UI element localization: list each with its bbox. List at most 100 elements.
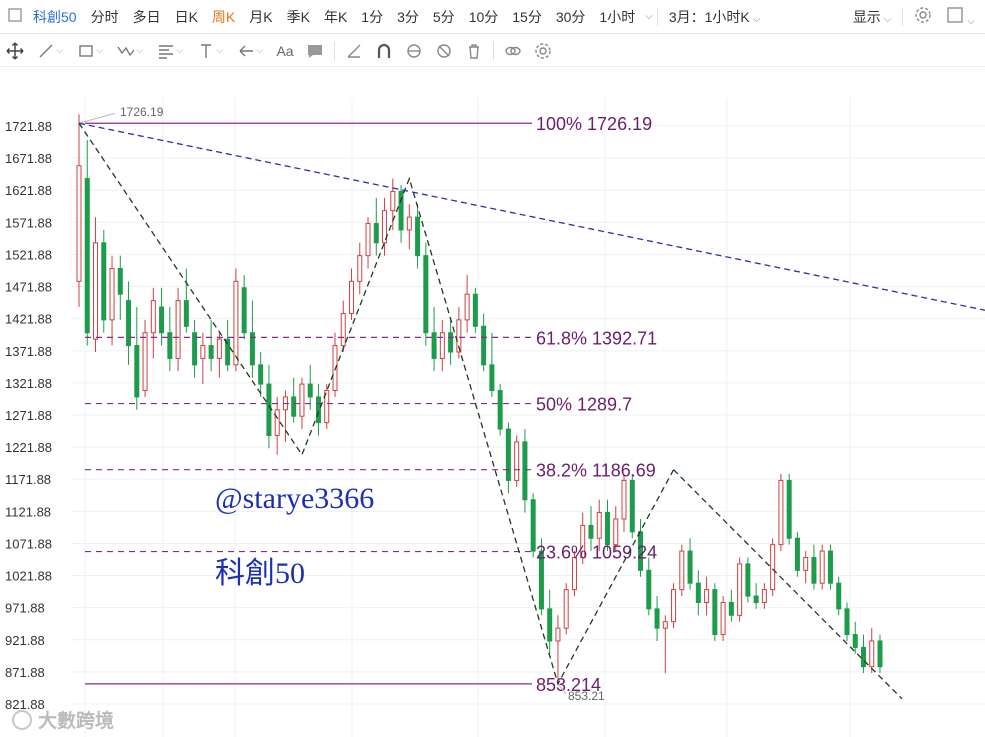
y-tick-label: 1671.88 xyxy=(5,151,52,166)
period-tab[interactable]: 日K xyxy=(168,7,205,27)
period-tab[interactable]: 多日 xyxy=(126,7,168,27)
candle-body xyxy=(448,332,454,353)
candle-body xyxy=(373,223,379,244)
candle-body xyxy=(357,255,363,282)
arrow-icon[interactable]: ⌵ xyxy=(230,38,270,64)
symbol-name[interactable]: 科創50 xyxy=(26,7,84,27)
candle-body xyxy=(390,190,396,212)
candle-body xyxy=(307,383,313,398)
ruler-icon[interactable] xyxy=(339,38,369,64)
link-icon[interactable] xyxy=(498,38,528,64)
period-tab[interactable]: 30分 xyxy=(549,7,593,27)
period-tab[interactable]: 分时 xyxy=(84,7,126,27)
hide-icon[interactable] xyxy=(429,38,459,64)
candle-body xyxy=(464,293,470,321)
combo-period-select[interactable]: 3月：1小时K ⌵ xyxy=(662,7,768,27)
y-tick-label: 1021.88 xyxy=(5,569,52,584)
move-icon[interactable] xyxy=(0,38,30,64)
fib-level-label: 61.8% 1392.71 xyxy=(536,328,657,348)
period-tab[interactable]: 15分 xyxy=(505,7,549,27)
eye-icon[interactable] xyxy=(399,38,429,64)
period-tab[interactable]: 季K xyxy=(280,7,317,27)
candle-body xyxy=(803,556,809,571)
watermark-index: 科創50 xyxy=(215,557,305,590)
candle-body xyxy=(794,537,800,571)
y-tick-label: 1721.88 xyxy=(5,119,52,134)
candle-body xyxy=(687,550,693,584)
fullscreen-icon[interactable]: ⌵ xyxy=(939,6,985,27)
candle-body xyxy=(811,556,817,584)
candle-body xyxy=(431,332,437,359)
candle-body xyxy=(497,390,503,430)
high-marker-label: 1726.19 xyxy=(120,105,164,119)
candle-body xyxy=(695,582,701,603)
note-icon[interactable] xyxy=(300,38,330,64)
candle-body xyxy=(588,524,594,539)
brand-logo-icon xyxy=(12,710,32,730)
candle-body xyxy=(365,223,371,257)
candle-body xyxy=(844,608,850,636)
candle-body xyxy=(662,621,668,629)
candle-body xyxy=(84,178,90,334)
candle-body xyxy=(423,255,429,334)
trash-icon[interactable] xyxy=(459,38,489,64)
candle-body xyxy=(836,582,842,610)
candle-body xyxy=(712,589,718,636)
candle-body xyxy=(629,479,635,533)
candle-body xyxy=(274,409,280,436)
wave-icon[interactable]: ⌵ xyxy=(110,38,150,64)
period-tab[interactable]: 月K xyxy=(242,7,279,27)
candle-body xyxy=(778,479,784,546)
candle-body xyxy=(142,332,148,392)
candle-body xyxy=(646,569,652,610)
y-tick-label: 1471.88 xyxy=(5,280,52,295)
candle-body xyxy=(877,640,883,668)
candle-body xyxy=(439,332,445,359)
chevron-down-icon[interactable]: ⌵ xyxy=(645,11,653,22)
candle-body xyxy=(720,601,726,636)
candle-body xyxy=(200,345,206,359)
fib-level-label: 100% 1726.19 xyxy=(536,114,652,134)
candle-body xyxy=(671,589,677,623)
candle-body xyxy=(175,300,181,359)
period-tab[interactable]: 1分 xyxy=(354,7,390,27)
period-tab[interactable]: 年K xyxy=(317,7,354,27)
candle-body xyxy=(340,312,346,347)
candle-body xyxy=(472,293,478,327)
candle-body xyxy=(481,325,487,366)
vertical-icon[interactable]: ⌵ xyxy=(190,38,230,64)
candle-body xyxy=(514,441,520,481)
period-tab[interactable]: 10分 xyxy=(462,7,506,27)
candle-body xyxy=(547,608,553,642)
period-tabs: 分时 多日 日K 周K 月K 季K 年K 1分 3分 5分 10分 15分 30分 1小时 xyxy=(84,7,643,27)
candle-body xyxy=(134,345,140,398)
fib-icon[interactable]: ⌵ xyxy=(150,38,190,64)
candle-body xyxy=(753,595,759,603)
rect-icon[interactable]: ⌵ xyxy=(70,38,110,64)
period-tab[interactable]: 周K xyxy=(205,7,242,27)
candle-body xyxy=(109,267,115,321)
y-tick-label: 1121.88 xyxy=(5,504,51,519)
fib-level-label: 38.2% 1186.69 xyxy=(536,461,656,481)
high-marker-line xyxy=(78,112,116,124)
line-icon[interactable]: ⌵ xyxy=(30,38,70,64)
price-chart[interactable]: 1721.88 1671.88 1621.88 1571.88 1521.88 1471.… xyxy=(0,68,985,737)
candle-body xyxy=(76,165,82,282)
top-bar: 科創50 分时 多日 日K 周K 月K 季K 年K 1分 3分 5分 10分 15分 30分 1小时 ⌵ … xyxy=(0,0,985,34)
period-tab[interactable]: 1小时 xyxy=(592,7,642,27)
magnet-icon[interactable] xyxy=(369,38,399,64)
candle-body xyxy=(761,589,767,603)
display-menu[interactable]: 显示 ⌵ xyxy=(846,7,899,27)
panel-toggle-icon[interactable] xyxy=(0,8,26,25)
settings-icon[interactable] xyxy=(907,6,939,27)
candle-body xyxy=(233,280,239,366)
candle-body xyxy=(489,364,495,392)
y-tick-label: 1321.88 xyxy=(5,376,52,391)
candle-body xyxy=(216,338,222,359)
period-tab[interactable]: 5分 xyxy=(426,7,462,27)
y-tick-label: 1621.88 xyxy=(5,183,52,198)
candle-body xyxy=(415,216,421,257)
period-tab[interactable]: 3分 xyxy=(390,7,426,27)
settings-icon[interactable] xyxy=(528,38,558,64)
text-icon[interactable]: Aa xyxy=(270,38,300,64)
